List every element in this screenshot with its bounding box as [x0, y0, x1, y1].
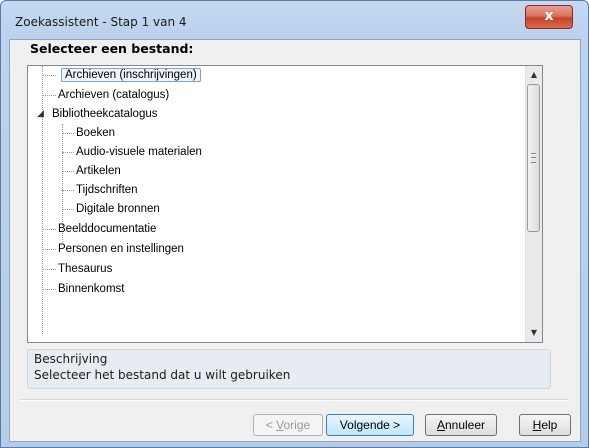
- description-title: Beschrijving: [34, 352, 108, 366]
- tree-line: [42, 269, 56, 270]
- tree-item-digitale-bronnen[interactable]: Digitale bronnen: [76, 201, 160, 217]
- grip-icon: [531, 153, 536, 163]
- tree-scrollbar[interactable]: ▲ ▼: [525, 66, 542, 342]
- window-title: Zoekassistent - Stap 1 van 4: [15, 15, 187, 29]
- tree-line: [62, 209, 74, 210]
- button-separator: [21, 399, 569, 401]
- help-button[interactable]: Help: [519, 414, 571, 436]
- tree-item-beelddocumentatie[interactable]: Beelddocumentatie: [58, 221, 156, 237]
- close-icon: x: [544, 8, 554, 24]
- tree-line: [42, 95, 56, 96]
- tree-item-bibliotheekcatalogus[interactable]: Bibliotheekcatalogus: [52, 106, 158, 122]
- scroll-down-arrow-icon[interactable]: ▼: [528, 326, 540, 340]
- triangle-expanded-icon[interactable]: ◢: [37, 109, 44, 119]
- tree-item-personen-en-instellingen[interactable]: Personen en instellingen: [58, 241, 184, 257]
- description-text: Selecteer het bestand dat u wilt gebruik…: [34, 368, 291, 382]
- wizard-window: Zoekassistent - Stap 1 van 4 x Selecteer…: [0, 0, 589, 448]
- scrollbar-thumb[interactable]: [527, 84, 540, 232]
- tree-item-boeken[interactable]: Boeken: [76, 125, 115, 141]
- tree-item-binnenkomst[interactable]: Binnenkomst: [58, 281, 124, 297]
- scroll-up-arrow-icon[interactable]: ▲: [528, 68, 540, 82]
- tree-line: [62, 190, 74, 191]
- tree-line: [42, 249, 56, 250]
- tree-line: [42, 289, 56, 290]
- page-heading: Selecteer een bestand:: [30, 41, 194, 56]
- tree-line: [62, 152, 74, 153]
- tree-line: [42, 75, 56, 76]
- tree-item-thesaurus[interactable]: Thesaurus: [58, 261, 112, 277]
- tree-line: [42, 66, 43, 334]
- tree-item-archieven-inschrijvingen[interactable]: Archieven (inschrijvingen): [61, 67, 201, 83]
- cancel-button[interactable]: Annuleer: [425, 414, 497, 436]
- description-panel: Beschrijving Selecteer het bestand dat u…: [27, 349, 551, 389]
- file-tree[interactable]: Archieven (inschrijvingen) Archieven (ca…: [27, 65, 543, 343]
- tree-item-audio-visuele-materialen[interactable]: Audio-visuele materialen: [76, 144, 202, 160]
- tree-line: [62, 133, 74, 134]
- tree-item-artikelen[interactable]: Artikelen: [76, 163, 121, 179]
- tree-item-archieven-catalogus[interactable]: Archieven (catalogus): [58, 87, 169, 103]
- previous-button[interactable]: < Vorige: [253, 414, 323, 436]
- tree-line: [62, 171, 74, 172]
- tree-line: [42, 229, 56, 230]
- close-button[interactable]: x: [525, 5, 573, 29]
- tree-item-tijdschriften[interactable]: Tijdschriften: [76, 182, 138, 198]
- next-button[interactable]: Volgende >: [326, 414, 414, 436]
